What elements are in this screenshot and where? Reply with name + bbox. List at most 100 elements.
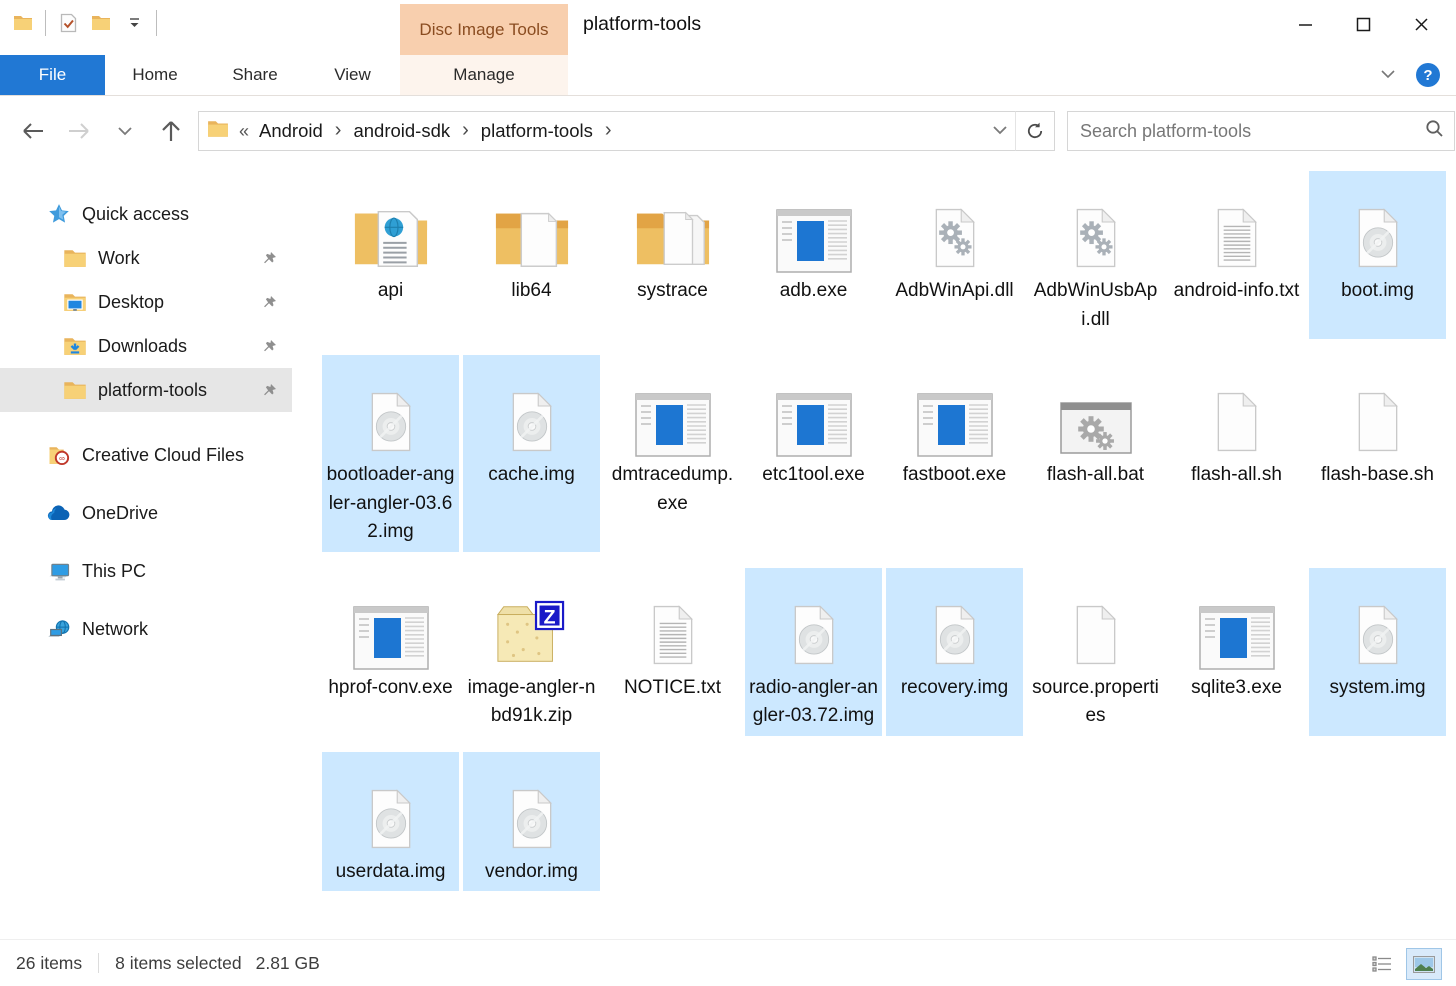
file-name-label: adb.exe <box>745 275 882 311</box>
file-item[interactable]: flash-base.sh <box>1309 355 1446 552</box>
file-item[interactable]: adb.exe <box>745 171 882 339</box>
file-item[interactable]: etc1tool.exe <box>745 355 882 552</box>
folder-icon <box>62 247 88 269</box>
details-view-button[interactable] <box>1364 948 1400 980</box>
file-item[interactable]: hprof-conv.exe <box>322 568 459 736</box>
breadcrumb-item[interactable]: platform-tools <box>479 120 595 142</box>
file-item[interactable]: flash-all.sh <box>1168 355 1305 552</box>
onedrive-cloud-icon <box>46 502 72 524</box>
forward-button[interactable] <box>66 118 92 144</box>
pin-icon[interactable] <box>262 294 278 310</box>
sidebar-item-quick-access[interactable]: Quick access <box>0 192 292 236</box>
file-item[interactable]: AdbWinUsbApi.dll <box>1027 171 1164 339</box>
breadcrumb-chevron-icon[interactable]: › <box>462 119 469 142</box>
file-item[interactable]: radio-angler-angler-03.72.img <box>745 568 882 736</box>
file-item[interactable]: boot.img <box>1309 171 1446 339</box>
details-view-icon <box>1372 956 1392 972</box>
file-name-label: bootloader-angler-angler-03.62.img <box>322 459 459 552</box>
tab-file[interactable]: File <box>0 55 105 95</box>
file-item[interactable]: fastboot.exe <box>886 355 1023 552</box>
file-item[interactable]: bootloader-angler-angler-03.62.img <box>322 355 459 552</box>
tab-home[interactable]: Home <box>105 55 205 95</box>
file-name-label: flash-base.sh <box>1309 459 1446 495</box>
minimize-button[interactable] <box>1276 4 1334 44</box>
search-input[interactable] <box>1078 120 1425 143</box>
file-item[interactable]: vendor.img <box>463 752 600 892</box>
file-item[interactable]: android-info.txt <box>1168 171 1305 339</box>
application-exe-icon <box>886 367 1023 459</box>
file-item[interactable]: flash-all.bat <box>1027 355 1164 552</box>
thumbnails-view-button[interactable] <box>1406 948 1442 980</box>
qat-customize-chevron-icon[interactable] <box>123 12 145 34</box>
file-item[interactable]: NOTICE.txt <box>604 568 741 736</box>
svg-text:Z: Z <box>543 606 555 628</box>
sidebar-item-this-pc[interactable]: This PC <box>0 542 292 600</box>
main-area: Quick access WorkDesktopDownloadsplatform… <box>0 166 1456 939</box>
file-item[interactable]: source.properties <box>1027 568 1164 736</box>
application-exe-icon <box>745 367 882 459</box>
file-icon <box>1309 367 1446 459</box>
file-item[interactable]: cache.img <box>463 355 600 552</box>
file-item[interactable]: Zimage-angler-nbd91k.zip <box>463 568 600 736</box>
refresh-button[interactable] <box>1015 111 1055 151</box>
breadcrumb-chevron-icon[interactable]: › <box>335 119 342 142</box>
address-folder-icon <box>207 120 229 143</box>
file-name-label: radio-angler-angler-03.72.img <box>745 672 882 736</box>
address-bar[interactable]: « Android › android-sdk › platform-tools › <box>198 111 1016 151</box>
sidebar-item-label: Quick access <box>82 204 189 225</box>
quick-access-star-icon <box>46 203 72 225</box>
pin-icon[interactable] <box>262 338 278 354</box>
sidebar-item-network[interactable]: Network <box>0 600 292 658</box>
help-button[interactable]: ? <box>1416 63 1440 87</box>
tab-manage[interactable]: Manage <box>400 55 568 95</box>
sidebar-item-onedrive[interactable]: OneDrive <box>0 484 292 542</box>
disc-image-file-icon <box>886 580 1023 672</box>
file-name-label: AdbWinApi.dll <box>886 275 1023 311</box>
tab-view[interactable]: View <box>305 55 400 95</box>
qat-folder-icon[interactable] <box>12 12 34 34</box>
status-bar: 26 items 8 items selected 2.81 GB <box>0 939 1456 986</box>
breadcrumb-item[interactable]: android-sdk <box>351 120 452 142</box>
file-item[interactable]: userdata.img <box>322 752 459 892</box>
folder-with-docs-icon <box>604 183 741 275</box>
file-item[interactable]: recovery.img <box>886 568 1023 736</box>
close-button[interactable] <box>1392 4 1450 44</box>
file-item[interactable]: lib64 <box>463 171 600 339</box>
sidebar-item-work[interactable]: Work <box>0 236 292 280</box>
breadcrumb-item[interactable]: Android <box>257 120 325 142</box>
sidebar-item-downloads[interactable]: Downloads <box>0 324 292 368</box>
file-item[interactable]: sqlite3.exe <box>1168 568 1305 736</box>
file-list: apilib64systraceadb.exeAdbWinApi.dllAdbW… <box>292 166 1456 939</box>
breadcrumb-chevron-icon[interactable]: › <box>605 119 612 142</box>
address-dropdown-chevron-icon[interactable] <box>993 122 1007 140</box>
title-bar: Disc Image Tools platform-tools <box>0 0 1456 55</box>
collapse-ribbon-chevron-icon[interactable] <box>1380 66 1396 84</box>
qat-new-folder-icon[interactable] <box>90 12 112 34</box>
breadcrumb-overflow[interactable]: « <box>239 121 249 142</box>
pin-icon[interactable] <box>262 250 278 266</box>
maximize-button[interactable] <box>1334 4 1392 44</box>
contextual-tab-group-header[interactable]: Disc Image Tools <box>400 4 568 55</box>
file-item[interactable]: dmtracedump.exe <box>604 355 741 552</box>
file-name-label: api <box>322 275 459 311</box>
sidebar-item-desktop[interactable]: Desktop <box>0 280 292 324</box>
sidebar-item-platform-tools[interactable]: platform-tools <box>0 368 292 412</box>
sidebar-item-creative-cloud-files[interactable]: ∞Creative Cloud Files <box>0 426 292 484</box>
qat-properties-icon[interactable] <box>57 12 79 34</box>
pin-icon[interactable] <box>262 382 278 398</box>
navigation-bar: « Android › android-sdk › platform-tools › <box>0 96 1456 166</box>
search-icon[interactable] <box>1425 119 1444 143</box>
recent-locations-chevron-icon[interactable] <box>112 118 138 144</box>
file-name-label: AdbWinUsbApi.dll <box>1027 275 1164 339</box>
up-button[interactable] <box>158 118 184 144</box>
back-button[interactable] <box>20 118 46 144</box>
sidebar-item-label: This PC <box>82 561 146 582</box>
file-item[interactable]: AdbWinApi.dll <box>886 171 1023 339</box>
file-name-label: flash-all.sh <box>1168 459 1305 495</box>
tab-share[interactable]: Share <box>205 55 305 95</box>
disc-image-file-icon <box>745 580 882 672</box>
file-item[interactable]: systrace <box>604 171 741 339</box>
file-item[interactable]: api <box>322 171 459 339</box>
file-item[interactable]: system.img <box>1309 568 1446 736</box>
window-title: platform-tools <box>583 13 701 36</box>
